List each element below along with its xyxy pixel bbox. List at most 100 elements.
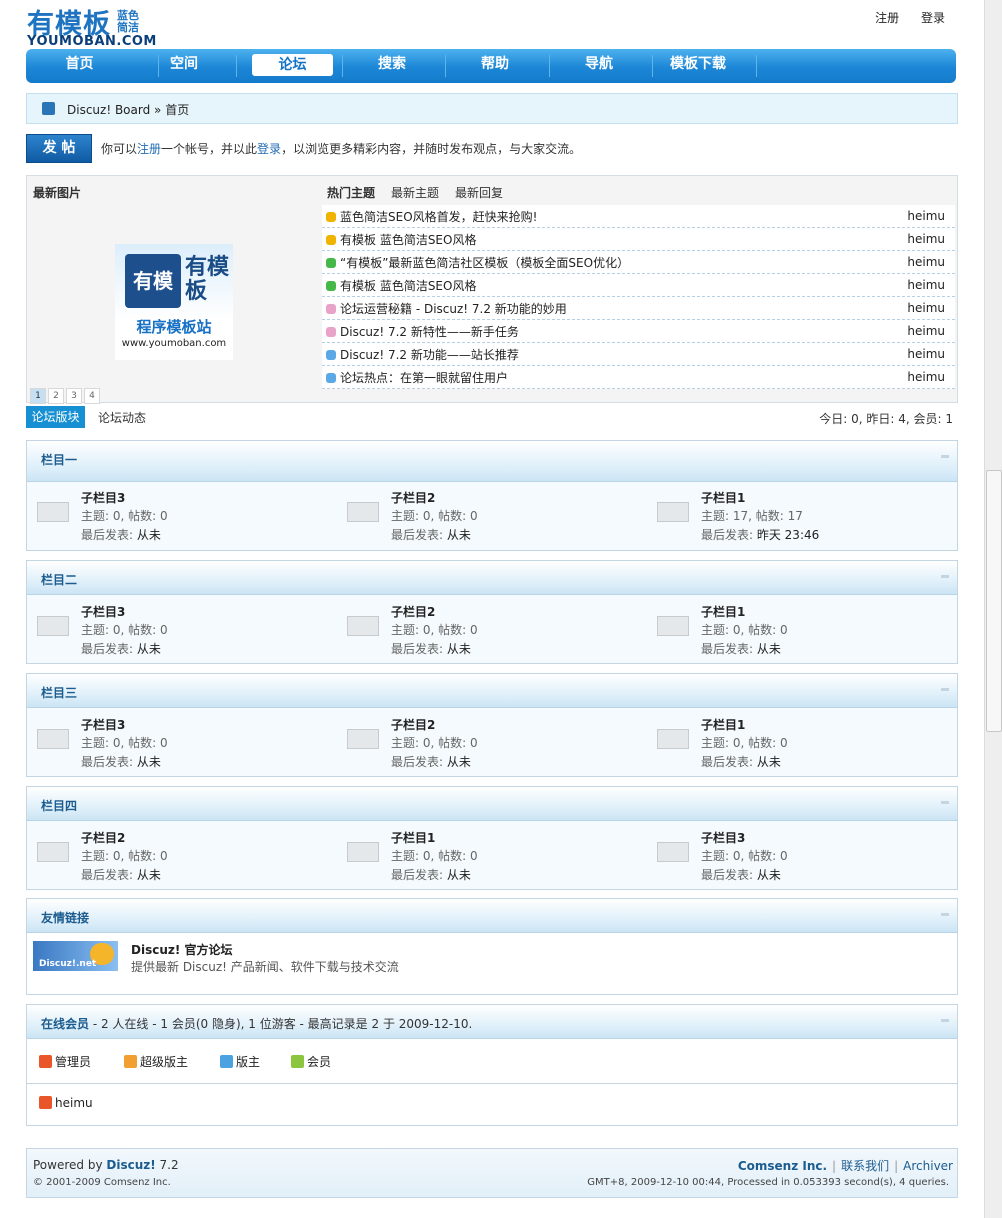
topic-author[interactable]: heimu [907, 324, 945, 338]
topic-title[interactable]: Discuz! 7.2 新功能——站长推荐 [340, 346, 519, 363]
pager-1[interactable]: 1 [30, 388, 46, 404]
collapse-icon[interactable] [941, 688, 949, 691]
collapse-icon[interactable] [941, 801, 949, 804]
topic-row[interactable]: 论坛热点：在第一眼就留住用户 heimu [322, 366, 955, 389]
topic-author[interactable]: heimu [907, 232, 945, 246]
sub-forum-name[interactable]: 子栏目2 [391, 603, 435, 620]
online-title[interactable]: 在线会员 [41, 1017, 89, 1031]
topic-title[interactable]: 论坛热点：在第一眼就留住用户 [340, 369, 508, 386]
collapse-icon[interactable] [941, 913, 949, 916]
topic-row[interactable]: 蓝色简洁SEO风格首发，赶快来抢购! heimu [322, 205, 955, 228]
topic-row[interactable]: 有模板 蓝色简洁SEO风格 heimu [322, 228, 955, 251]
nav-forum[interactable]: 论坛 [252, 54, 333, 76]
sub-forum-stats: 主题: 0, 帖数: 0 [391, 736, 478, 750]
breadcrumb-text[interactable]: Discuz! Board » 首页 [67, 101, 189, 118]
archiver-link[interactable]: Archiver [903, 1159, 953, 1173]
group-title[interactable]: 栏目一 [41, 451, 77, 468]
sub-forum-stats: 主题: 0, 帖数: 0 [81, 849, 168, 863]
sub-forum-name[interactable]: 子栏目1 [391, 829, 435, 846]
online-user[interactable]: heimu [39, 1096, 93, 1110]
discuz-link[interactable]: Discuz! [106, 1158, 155, 1172]
online-header: 在线会员 - 2 人在线 - 1 会员(0 隐身), 1 位游客 - 最高记录是… [27, 1005, 957, 1039]
sub-forum-last: 最后发表: 从未 [81, 755, 161, 769]
logo-subtitle: 蓝色 简洁 [117, 9, 139, 34]
topic-row[interactable]: 有模板 蓝色简洁SEO风格 heimu [322, 274, 955, 297]
topic-icon [326, 327, 336, 337]
sub-forum-last: 最后发表: 从未 [701, 868, 781, 882]
sub-forum-name[interactable]: 子栏目1 [701, 716, 745, 733]
discuz-logo[interactable]: Discuz!.net [33, 941, 118, 971]
collapse-icon[interactable] [941, 455, 949, 458]
sub-forum: 子栏目1 主题: 17, 帖数: 17 最后发表: 昨天 23:46 [647, 487, 947, 547]
nav-navigation[interactable]: 导航 [549, 49, 649, 81]
contact-link[interactable]: 联系我们 [841, 1159, 889, 1173]
sub-forum-name[interactable]: 子栏目2 [81, 829, 125, 846]
topic-row[interactable]: “有模板”最新蓝色简洁社区模板（模板全面SEO优化） heimu [322, 251, 955, 274]
sub-forum-last: 最后发表: 从未 [81, 528, 161, 542]
topic-row[interactable]: Discuz! 7.2 新功能——站长推荐 heimu [322, 343, 955, 366]
pager-2[interactable]: 2 [48, 388, 64, 404]
sub-forum-name[interactable]: 子栏目3 [81, 603, 125, 620]
topic-author[interactable]: heimu [907, 370, 945, 384]
top-links: 注册 登录 [857, 9, 945, 26]
latest-pic-image[interactable]: 有模板 有模板 程序模板站 www.youmoban.com [115, 244, 233, 360]
scrollbar-thumb[interactable] [986, 470, 1002, 732]
new-post-button[interactable]: 发 帖 [26, 134, 92, 163]
nav-help[interactable]: 帮助 [445, 49, 545, 81]
pic-caption: 程序模板站 [136, 318, 212, 336]
nav-search[interactable]: 搜索 [342, 49, 442, 81]
footer-links: Comsenz Inc. | 联系我们 | Archiver [737, 1159, 953, 1173]
topic-title[interactable]: Discuz! 7.2 新特性——新手任务 [340, 323, 519, 340]
topic-author[interactable]: heimu [907, 301, 945, 315]
collapse-icon[interactable] [941, 1019, 949, 1022]
tab-new-replies[interactable]: 最新回复 [455, 186, 503, 200]
pager-4[interactable]: 4 [84, 388, 100, 404]
topic-title[interactable]: 有模板 蓝色简洁SEO风格 [340, 277, 476, 294]
collapse-icon[interactable] [941, 575, 949, 578]
sub-forum-stats: 主题: 0, 帖数: 0 [391, 623, 478, 637]
tab-new-topics[interactable]: 最新主题 [391, 186, 439, 200]
group-title[interactable]: 栏目二 [41, 571, 77, 588]
nav-home[interactable]: 首页 [26, 49, 133, 81]
intro-register-link[interactable]: 注册 [137, 142, 161, 156]
tab-hot-topics[interactable]: 热门主题 [327, 186, 375, 200]
hot-area: 最新图片 有模板 有模板 程序模板站 www.youmoban.com 1234… [26, 175, 958, 404]
sub-forum-stats: 主题: 0, 帖数: 0 [81, 509, 168, 523]
topic-row[interactable]: Discuz! 7.2 新特性——新手任务 heimu [322, 320, 955, 343]
topic-row[interactable]: 论坛运营秘籍 - Discuz! 7.2 新功能的妙用 heimu [322, 297, 955, 320]
pager-3[interactable]: 3 [66, 388, 82, 404]
sub-forum-stats: 主题: 0, 帖数: 0 [701, 623, 788, 637]
sub-forum-name[interactable]: 子栏目1 [701, 489, 745, 506]
topic-author[interactable]: heimu [907, 255, 945, 269]
sub-forum-name[interactable]: 子栏目2 [391, 716, 435, 733]
sub-forum-name[interactable]: 子栏目3 [81, 489, 125, 506]
group-header: 栏目一 [27, 441, 957, 482]
nav-space[interactable]: 空间 [134, 49, 234, 81]
friend-links-title: 友情链接 [41, 911, 90, 925]
topic-author[interactable]: heimu [907, 347, 945, 361]
topic-title[interactable]: 论坛运营秘籍 - Discuz! 7.2 新功能的妙用 [340, 300, 567, 317]
group-title[interactable]: 栏目四 [41, 797, 77, 814]
sub-forum-last: 最后发表: 从未 [391, 755, 471, 769]
logo-domain: YOUMOBAN.COM [27, 34, 157, 49]
register-link[interactable]: 注册 [875, 11, 899, 25]
comsenz-link[interactable]: Comsenz Inc. [738, 1159, 827, 1173]
sub-forum-name[interactable]: 子栏目1 [701, 603, 745, 620]
link-name[interactable]: Discuz! 官方论坛 [131, 941, 233, 958]
page-scrollbar[interactable] [984, 0, 1002, 1218]
topic-title[interactable]: 蓝色简洁SEO风格首发，赶快来抢购! [340, 208, 537, 225]
topic-title[interactable]: “有模板”最新蓝色简洁社区模板（模板全面SEO优化） [340, 254, 629, 271]
nav-template-download[interactable]: 模板下载 [652, 49, 744, 81]
sub-forum-name[interactable]: 子栏目3 [701, 829, 745, 846]
sub-forum-last: 最后发表: 昨天 23:46 [701, 528, 820, 542]
topic-title[interactable]: 有模板 蓝色简洁SEO风格 [340, 231, 476, 248]
login-link[interactable]: 登录 [921, 11, 945, 25]
group-title[interactable]: 栏目三 [41, 684, 77, 701]
tab-forum-boards[interactable]: 论坛版块 [26, 406, 85, 428]
topic-author[interactable]: heimu [907, 209, 945, 223]
topic-author[interactable]: heimu [907, 278, 945, 292]
intro-login-link[interactable]: 登录 [257, 142, 281, 156]
tab-forum-activity[interactable]: 论坛动态 [98, 409, 146, 426]
sub-forum-name[interactable]: 子栏目3 [81, 716, 125, 733]
sub-forum-name[interactable]: 子栏目2 [391, 489, 435, 506]
